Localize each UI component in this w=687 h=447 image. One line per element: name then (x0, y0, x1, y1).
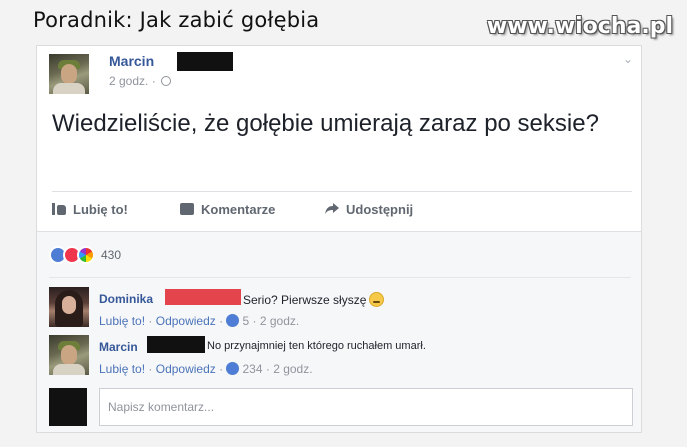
comment-avatar[interactable] (49, 335, 89, 375)
comment-like-count[interactable]: 5 (242, 314, 249, 328)
divider (49, 277, 631, 278)
pride-reaction-icon (77, 246, 95, 264)
comment-text: No przynajmniej ten którego ruchałem uma… (207, 340, 426, 352)
comment-reply-link[interactable]: Odpowiedz (156, 362, 216, 376)
like-icon (226, 362, 240, 375)
comments-section: 430 Dominika Serio? Pierwsze słyszę Lubi… (37, 231, 641, 432)
comment-text-content: Serio? Pierwsze słyszę (243, 293, 367, 307)
chevron-down-icon[interactable]: ⌄ (623, 52, 633, 66)
post-author-name[interactable]: Marcin (109, 53, 154, 69)
comment-like-count[interactable]: 234 (242, 362, 262, 376)
comment-label: Komentarze (201, 202, 276, 217)
comment-input[interactable] (99, 388, 633, 426)
thumbs-up-icon (52, 203, 66, 215)
like-icon (226, 314, 240, 327)
post-action-bar: Lubię to! Komentarze Udostępnij (52, 191, 632, 227)
comment-like-link[interactable]: Lubię to! (99, 362, 145, 376)
share-icon (325, 203, 339, 215)
name-redaction (177, 52, 233, 71)
post-meta: 2 godz. · (109, 74, 172, 88)
globe-icon (161, 76, 172, 86)
comment-button[interactable]: Komentarze (180, 202, 275, 217)
post-time[interactable]: 2 godz. · (109, 74, 156, 88)
comment-avatar[interactable] (49, 287, 89, 327)
comment-author-name[interactable]: Marcin (99, 340, 138, 354)
facebook-post-card: Marcin 2 godz. · ⌄ Wiedzieliście, że goł… (36, 45, 642, 433)
reaction-count: 430 (101, 248, 122, 262)
name-redaction (147, 336, 205, 353)
author-avatar[interactable] (49, 54, 89, 94)
comment-icon (180, 203, 194, 215)
my-avatar (49, 388, 87, 426)
watermark: www.wiocha.pl (486, 14, 673, 39)
comment-time[interactable]: 2 godz. (273, 362, 312, 376)
meme-title: Poradnik: Jak zabić gołębia (33, 8, 320, 32)
post-body: Marcin 2 godz. · ⌄ Wiedzieliście, że goł… (37, 46, 641, 231)
like-label: Lubię to! (73, 202, 128, 217)
comment-like-link[interactable]: Lubię to! (99, 314, 145, 328)
comment-reply-link[interactable]: Odpowiedz (156, 314, 216, 328)
comment-text: Serio? Pierwsze słyszę (243, 292, 385, 307)
post-text: Wiedzieliście, że gołębie umierają zaraz… (52, 110, 599, 137)
comment-meta: Lubię to! · Odpowiedz · 234 · 2 godz. (99, 362, 313, 376)
comment-meta: Lubię to! · Odpowiedz · 5 · 2 godz. (99, 314, 300, 328)
comment-time[interactable]: 2 godz. (260, 314, 299, 328)
name-redaction (165, 289, 241, 305)
comment-author-name[interactable]: Dominika (99, 292, 153, 306)
share-button[interactable]: Udostępnij (325, 202, 413, 217)
like-button[interactable]: Lubię to! (52, 202, 128, 217)
confused-face-icon (369, 292, 385, 307)
share-label: Udostępnij (346, 202, 414, 217)
